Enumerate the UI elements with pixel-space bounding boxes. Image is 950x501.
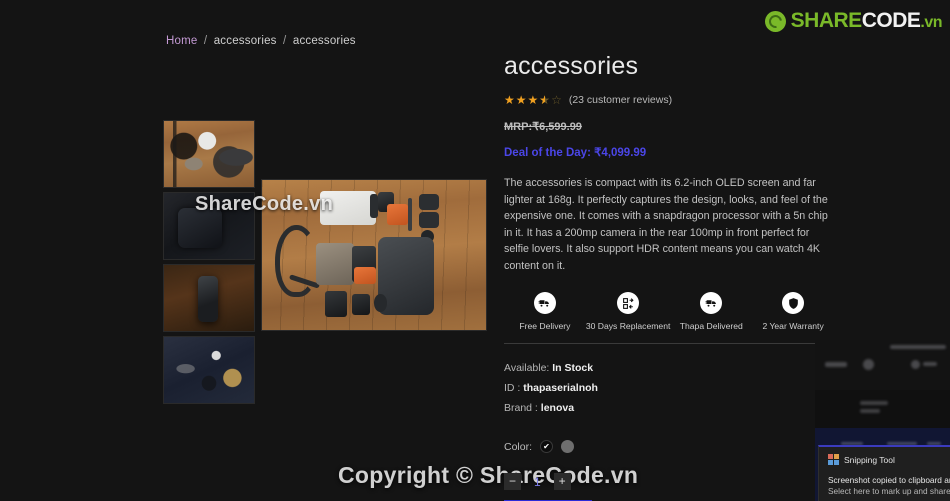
breadcrumb-separator: / bbox=[283, 35, 287, 47]
feature-warranty: 2 Year Warranty bbox=[752, 292, 834, 331]
product-meta: Available: In Stock ID : thapaserialnoh … bbox=[504, 358, 834, 418]
star-icon: ★ bbox=[504, 93, 515, 107]
feature-label: 30 Days Replacement bbox=[585, 321, 671, 331]
recycle-icon bbox=[764, 10, 786, 32]
feature-replacement: 30 Days Replacement bbox=[585, 292, 671, 331]
toast-action-hint[interactable]: Select here to mark up and share. bbox=[828, 486, 950, 496]
canvas-bag bbox=[315, 243, 354, 285]
delivery-truck-icon bbox=[533, 292, 556, 314]
breadcrumb-level-2: accessories bbox=[292, 35, 356, 47]
toast-app-name: Snipping Tool bbox=[844, 454, 895, 465]
quantity-increase-button[interactable]: + bbox=[553, 473, 571, 490]
lens-case bbox=[418, 211, 439, 228]
toast-header: Snipping Tool bbox=[828, 454, 942, 465]
snipping-tool-notification[interactable]: Snipping Tool Screenshot copied to clipb… bbox=[818, 445, 950, 501]
compact-camera bbox=[351, 294, 370, 315]
feature-label: 2 Year Warranty bbox=[762, 321, 824, 331]
logo-vn-text: .vn bbox=[920, 14, 942, 31]
star-half-icon: ★ bbox=[539, 94, 550, 106]
background-window-top bbox=[815, 340, 950, 390]
section-divider bbox=[504, 343, 834, 344]
availability-label: Available: bbox=[504, 362, 550, 374]
brand-value: lenova bbox=[540, 402, 575, 414]
product-page: SHARECODE.vn Home / accessories / access… bbox=[0, 0, 950, 501]
snipping-tool-icon bbox=[828, 454, 839, 465]
sharecode-logo[interactable]: SHARECODE.vn bbox=[764, 9, 943, 33]
shield-icon bbox=[782, 292, 805, 314]
quantity-value: 1 bbox=[534, 474, 541, 489]
quantity-decrease-button[interactable]: − bbox=[504, 473, 521, 490]
tripod-rod bbox=[407, 198, 413, 231]
rating-row: ★ ★ ★ ★ ☆ (23 customer reviews) bbox=[504, 94, 834, 106]
product-id-row: ID : thapaserialnoh bbox=[504, 378, 834, 398]
mrp-price: MRP:₹6,599.99 bbox=[504, 121, 582, 133]
camera-strap bbox=[275, 225, 318, 297]
breadcrumb-separator: / bbox=[203, 35, 208, 47]
logo-share-text: SHARE bbox=[790, 9, 863, 32]
product-id-value: thapaserialnoh bbox=[523, 382, 598, 394]
breadcrumb: Home / accessories / accessories bbox=[166, 35, 356, 47]
features-row: Free Delivery 30 Days Replacement Thapa … bbox=[504, 292, 834, 331]
brand-label: Brand : bbox=[504, 402, 538, 414]
breadcrumb-level-1[interactable]: accessories bbox=[214, 35, 277, 47]
brand-row: Brand : lenova bbox=[504, 398, 834, 418]
orange-case bbox=[353, 267, 377, 284]
laptop bbox=[320, 190, 377, 225]
accessory-dark bbox=[369, 193, 379, 218]
product-details: accessories ★ ★ ★ ★ ☆ (23 customer revie… bbox=[504, 52, 834, 501]
color-label: Color: bbox=[504, 440, 533, 453]
star-icon: ★ bbox=[527, 93, 539, 107]
background-window-middle bbox=[815, 390, 950, 428]
gallery-thumbnail[interactable] bbox=[163, 120, 255, 188]
replacement-arrows-icon bbox=[617, 292, 640, 314]
logo-code-text: CODE bbox=[861, 9, 921, 32]
review-count-link[interactable]: (23 customer reviews) bbox=[569, 94, 672, 106]
orange-case bbox=[387, 204, 408, 225]
compact-camera bbox=[324, 291, 348, 317]
star-empty-icon: ☆ bbox=[551, 93, 562, 107]
thumbnail-gallery bbox=[163, 120, 255, 408]
quantity-stepper: − 1 + bbox=[504, 473, 834, 490]
status-badge: In Stock bbox=[552, 362, 594, 374]
toast-message: Screenshot copied to clipboard and s bbox=[828, 475, 950, 485]
star-icon: ★ bbox=[515, 93, 527, 107]
gallery-thumbnail[interactable] bbox=[163, 192, 255, 260]
color-swatch-black[interactable] bbox=[540, 440, 554, 453]
feature-thapa-delivered: Thapa Delivered bbox=[670, 292, 752, 331]
delivery-truck-icon bbox=[700, 292, 723, 314]
availability-row: Available: In Stock bbox=[504, 358, 834, 378]
product-description: The accessories is compact with its 6.2-… bbox=[504, 177, 828, 272]
lens-case bbox=[418, 193, 439, 210]
gallery-thumbnail[interactable] bbox=[163, 264, 255, 332]
feature-free-delivery: Free Delivery bbox=[504, 292, 586, 331]
feature-label: Free Delivery bbox=[519, 321, 571, 331]
breadcrumb-home-link[interactable]: Home bbox=[166, 35, 197, 47]
product-id-label: ID : bbox=[504, 382, 521, 394]
feature-label: Thapa Delivered bbox=[679, 321, 743, 331]
main-product-image[interactable] bbox=[261, 179, 487, 331]
logo-wordmark: SHARECODE.vn bbox=[790, 9, 943, 33]
page-title: accessories bbox=[504, 52, 639, 80]
color-swatch-gray[interactable] bbox=[561, 440, 575, 453]
star-rating: ★ ★ ★ ★ ☆ bbox=[504, 94, 562, 106]
color-selector: Color: bbox=[504, 440, 834, 453]
deal-price: Deal of the Day: ₹4,099.99 bbox=[504, 147, 647, 159]
gallery-thumbnail[interactable] bbox=[163, 336, 255, 404]
